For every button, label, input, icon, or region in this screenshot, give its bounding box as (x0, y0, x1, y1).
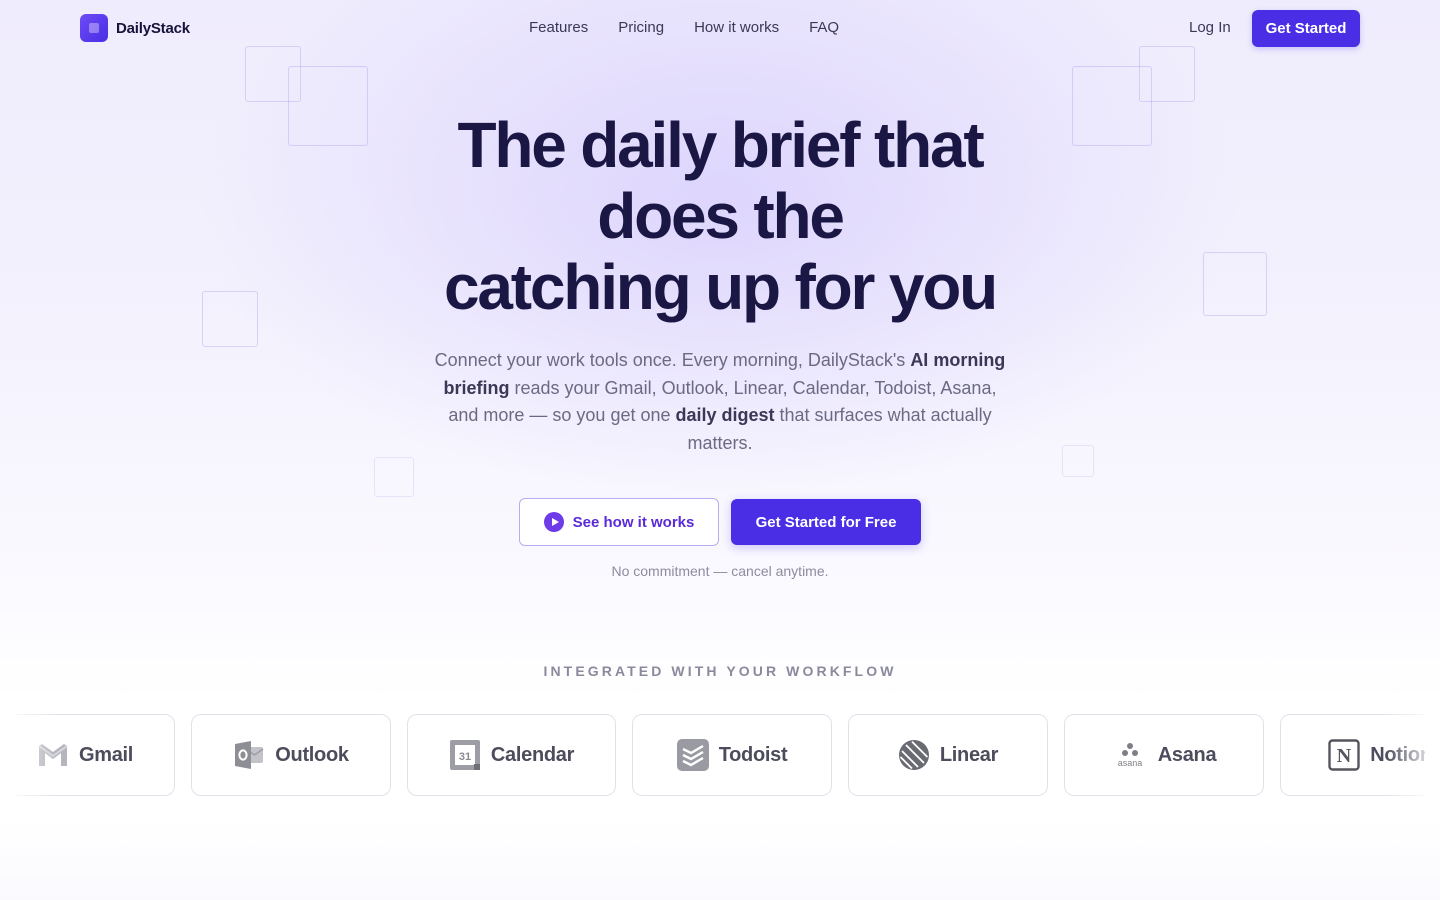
get-started-button[interactable]: Get Started (1252, 10, 1360, 47)
get-started-free-button[interactable]: Get Started for Free (731, 499, 921, 545)
decorative-square (1062, 445, 1094, 477)
logo-icon (80, 14, 108, 42)
notion-icon-text: N (1337, 745, 1352, 767)
play-icon (543, 512, 564, 532)
decorative-square (1203, 252, 1267, 316)
nav-link-how-it-works[interactable]: How it works (694, 19, 779, 36)
integration-card-todoist: Todoist (632, 714, 832, 796)
see-how-it-works-label: See how it works (572, 513, 695, 531)
top-navigation: DailyStack Features Pricing How it works… (0, 0, 1440, 56)
decorative-square (374, 457, 414, 497)
nav-link-faq[interactable]: FAQ (809, 19, 839, 36)
see-how-it-works-button[interactable]: See how it works (519, 498, 719, 546)
integration-label: Todoist (718, 743, 788, 766)
integration-label: Calendar (490, 743, 575, 766)
no-commitment-note: No commitment — cancel anytime. (611, 563, 829, 579)
integration-card-outlook: Outlook (191, 714, 391, 796)
hero-title-line: does the (597, 180, 845, 252)
login-link[interactable]: Log In (1189, 19, 1231, 36)
notion-icon: N (1328, 739, 1360, 771)
linear-icon (898, 739, 930, 771)
integration-card-notion: N Notion (1280, 714, 1425, 796)
asana-wordmark: asana (1117, 758, 1142, 768)
todoist-icon (676, 739, 709, 771)
integrations-title: INTEGRATED WITH YOUR WORKFLOW (543, 663, 897, 679)
brand-logo-link[interactable]: DailyStack (80, 14, 190, 42)
asana-icon: asana (1112, 739, 1148, 771)
hero-title-line: catching up for you (444, 251, 998, 323)
hero-subtitle: Connect your work tools once. Every morn… (430, 347, 1010, 457)
integration-card-calendar: 31 Calendar (407, 714, 616, 796)
hero-title: The daily brief that does the catching u… (370, 110, 1070, 323)
hero-title-line: The daily brief that (457, 109, 985, 181)
decorative-square (202, 291, 258, 347)
integration-label: Linear (939, 743, 999, 766)
nav-links: Features Pricing How it works FAQ (529, 19, 839, 36)
decorative-square (1072, 66, 1152, 146)
nav-link-pricing[interactable]: Pricing (618, 19, 664, 36)
gmail-icon (37, 739, 69, 771)
calendar-icon: 31 (449, 739, 481, 771)
subtitle-highlight: daily digest (675, 405, 775, 425)
calendar-icon-text: 31 (459, 751, 471, 763)
integration-label: Notion (1370, 743, 1425, 766)
nav-link-features[interactable]: Features (529, 19, 588, 36)
outlook-icon (233, 739, 265, 771)
decorative-square (288, 66, 368, 146)
integration-label: Asana (1157, 743, 1217, 766)
brand-name: DailyStack (116, 19, 190, 37)
integration-label: Outlook (275, 743, 349, 766)
integration-card-linear: Linear (848, 714, 1048, 796)
integration-card-gmail: Gmail (15, 714, 175, 796)
integrations-carousel: Gmail Outlook 31 Calendar Todoist Linear… (15, 714, 1425, 796)
subtitle-text: Connect your work tools once. Every morn… (434, 350, 911, 370)
integration-label: Gmail (78, 743, 134, 766)
integration-card-asana: asana Asana (1064, 714, 1264, 796)
